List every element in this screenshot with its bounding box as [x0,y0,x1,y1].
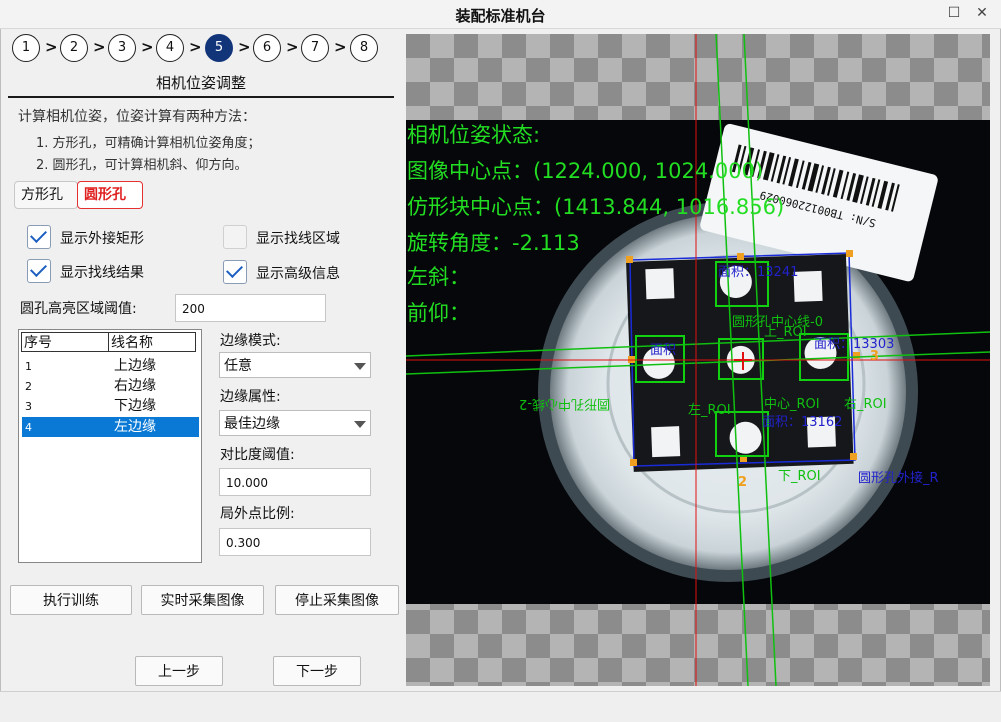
step-6[interactable]: 6 [253,34,281,62]
pose-status-title: 相机位姿状态: [407,123,540,147]
row-index: 1 [25,360,32,373]
row-name: 左边缘 [114,419,156,435]
status-bar [0,691,1001,722]
show-bounding-rect-checkbox[interactable] [27,225,51,249]
outlier-label: 局外点比例: [220,506,295,522]
show-advanced-checkbox[interactable] [223,260,247,284]
edge-attr-value: 最佳边缘 [224,416,280,432]
description-line-3: 2. 圆形孔，可计算相机斜、仰方向。 [36,158,248,173]
left-roi-label: 左_ROI [688,403,731,418]
row-name: 右边缘 [114,378,156,394]
lower-roi-label: 下_ROI [778,469,821,484]
edge-attr-select[interactable]: 最佳边缘 [219,410,371,436]
maximize-icon[interactable]: ☐ [946,5,962,21]
rotation-text: 旋转角度：-2.113 [407,231,580,255]
table-row[interactable]: 1 上边缘 [22,356,199,376]
window-title: 装配标准机台 [455,7,546,25]
threshold-label: 圆孔高亮区域阈值: [20,301,137,317]
edge-mode-value: 任意 [224,358,252,374]
show-advanced-label: 显示高级信息 [256,266,340,282]
marker-3-label: 3 [870,349,879,364]
marker-2-label: 2 [738,475,747,490]
show-line-region-checkbox[interactable] [223,225,247,249]
step-arrow-icon: > [45,38,58,56]
step-arrow-icon: > [286,38,299,56]
close-icon[interactable]: ✕ [974,5,990,21]
left-panel: 1 > 2 > 3 > 4 > 5 > 6 > 7 > 8 相机位姿调整 计算相… [0,29,404,691]
stop-capture-button[interactable]: 停止采集图像 [275,585,399,615]
left-tilt-text: 左斜： [407,265,470,289]
edge-table: 序号 线名称 1 上边缘 2 右边缘 3 下边缘 4 左边缘 [18,329,202,563]
next-step-button[interactable]: 下一步 [273,656,361,686]
train-button[interactable]: 执行训练 [10,585,132,615]
step-arrow-icon: > [93,38,106,56]
row-index: 4 [25,421,32,434]
prev-step-button[interactable]: 上一步 [135,656,223,686]
contrast-label: 对比度阈值: [220,447,295,463]
description-line-1: 计算相机位姿，位姿计算有两种方法： [18,109,256,125]
step-1[interactable]: 1 [12,34,40,62]
edge-mode-select[interactable]: 任意 [219,352,371,378]
show-bounding-rect-label: 显示外接矩形 [60,231,144,247]
right-roi-label: 右_ROI [844,397,887,412]
tab-circle-hole[interactable]: 圆形孔 [77,181,143,209]
circle-outer-label: 圆形孔外接_R [858,470,939,486]
step-arrow-icon: > [238,38,251,56]
step-8[interactable]: 8 [350,34,378,62]
camera-image: S/N: TB00122060029 面积：13241 面积：13303 面积：… [405,33,991,687]
tab-square-hole[interactable]: 方形孔 [14,181,78,209]
threshold-input[interactable]: 200 [175,294,326,322]
row-index: 2 [25,380,32,393]
area-left-label: 面积 [650,343,676,358]
edge-attr-label: 边缘属性: [220,389,281,405]
center-roi-label: 中心_ROI [764,397,820,412]
description-line-2: 1. 方形孔，可精确计算相机位姿角度； [36,136,261,151]
chevron-down-icon [354,363,366,370]
area-bottom-label: 面积：13162 [762,415,842,430]
area-right-label: 面积：13303 [814,337,894,352]
image-center-text: 图像中心点：(1224.000, 1024.000) [407,159,763,183]
table-row[interactable]: 2 右边缘 [22,376,199,396]
step-arrow-icon: > [334,38,347,56]
chevron-down-icon [354,421,366,428]
step-5[interactable]: 5 [205,34,233,62]
step-2[interactable]: 2 [60,34,88,62]
table-header-index[interactable]: 序号 [21,332,109,352]
table-header-name[interactable]: 线名称 [108,332,196,352]
step-4[interactable]: 4 [156,34,184,62]
area-top-label: 面积：13241 [718,265,798,280]
table-row[interactable]: 3 下边缘 [22,396,199,416]
live-capture-button[interactable]: 实时采集图像 [141,585,264,615]
section-divider [8,96,394,98]
step-arrow-icon: > [189,38,202,56]
front-tilt-text: 前仰： [407,301,470,325]
contrast-input[interactable]: 10.000 [219,468,371,496]
show-line-result-label: 显示找线结果 [60,265,144,281]
table-row[interactable]: 4 左边缘 [22,417,199,437]
row-name: 下边缘 [114,398,156,414]
section-title: 相机位姿调整 [155,74,246,92]
row-name: 上边缘 [114,358,156,374]
title-bar: 装配标准机台 ☐ ✕ [0,0,1001,29]
outlier-input[interactable]: 0.300 [219,528,371,556]
step-3[interactable]: 3 [108,34,136,62]
show-line-result-checkbox[interactable] [27,259,51,283]
step-7[interactable]: 7 [301,34,329,62]
top-roi-label: 上_ROI [764,325,807,340]
block-center-text: 仿形块中心点：(1413.844, 1016.856) [407,195,784,219]
profile-block [626,253,854,472]
edge-mode-label: 边缘模式: [220,333,281,349]
image-view[interactable]: S/N: TB00122060029 面积：13241 面积：13303 面积：… [405,33,991,687]
circle-center-label-2: 圆形孔中心线-2 [519,396,610,411]
row-index: 3 [25,400,32,413]
step-arrow-icon: > [141,38,154,56]
show-line-region-label: 显示找线区域 [256,231,340,247]
